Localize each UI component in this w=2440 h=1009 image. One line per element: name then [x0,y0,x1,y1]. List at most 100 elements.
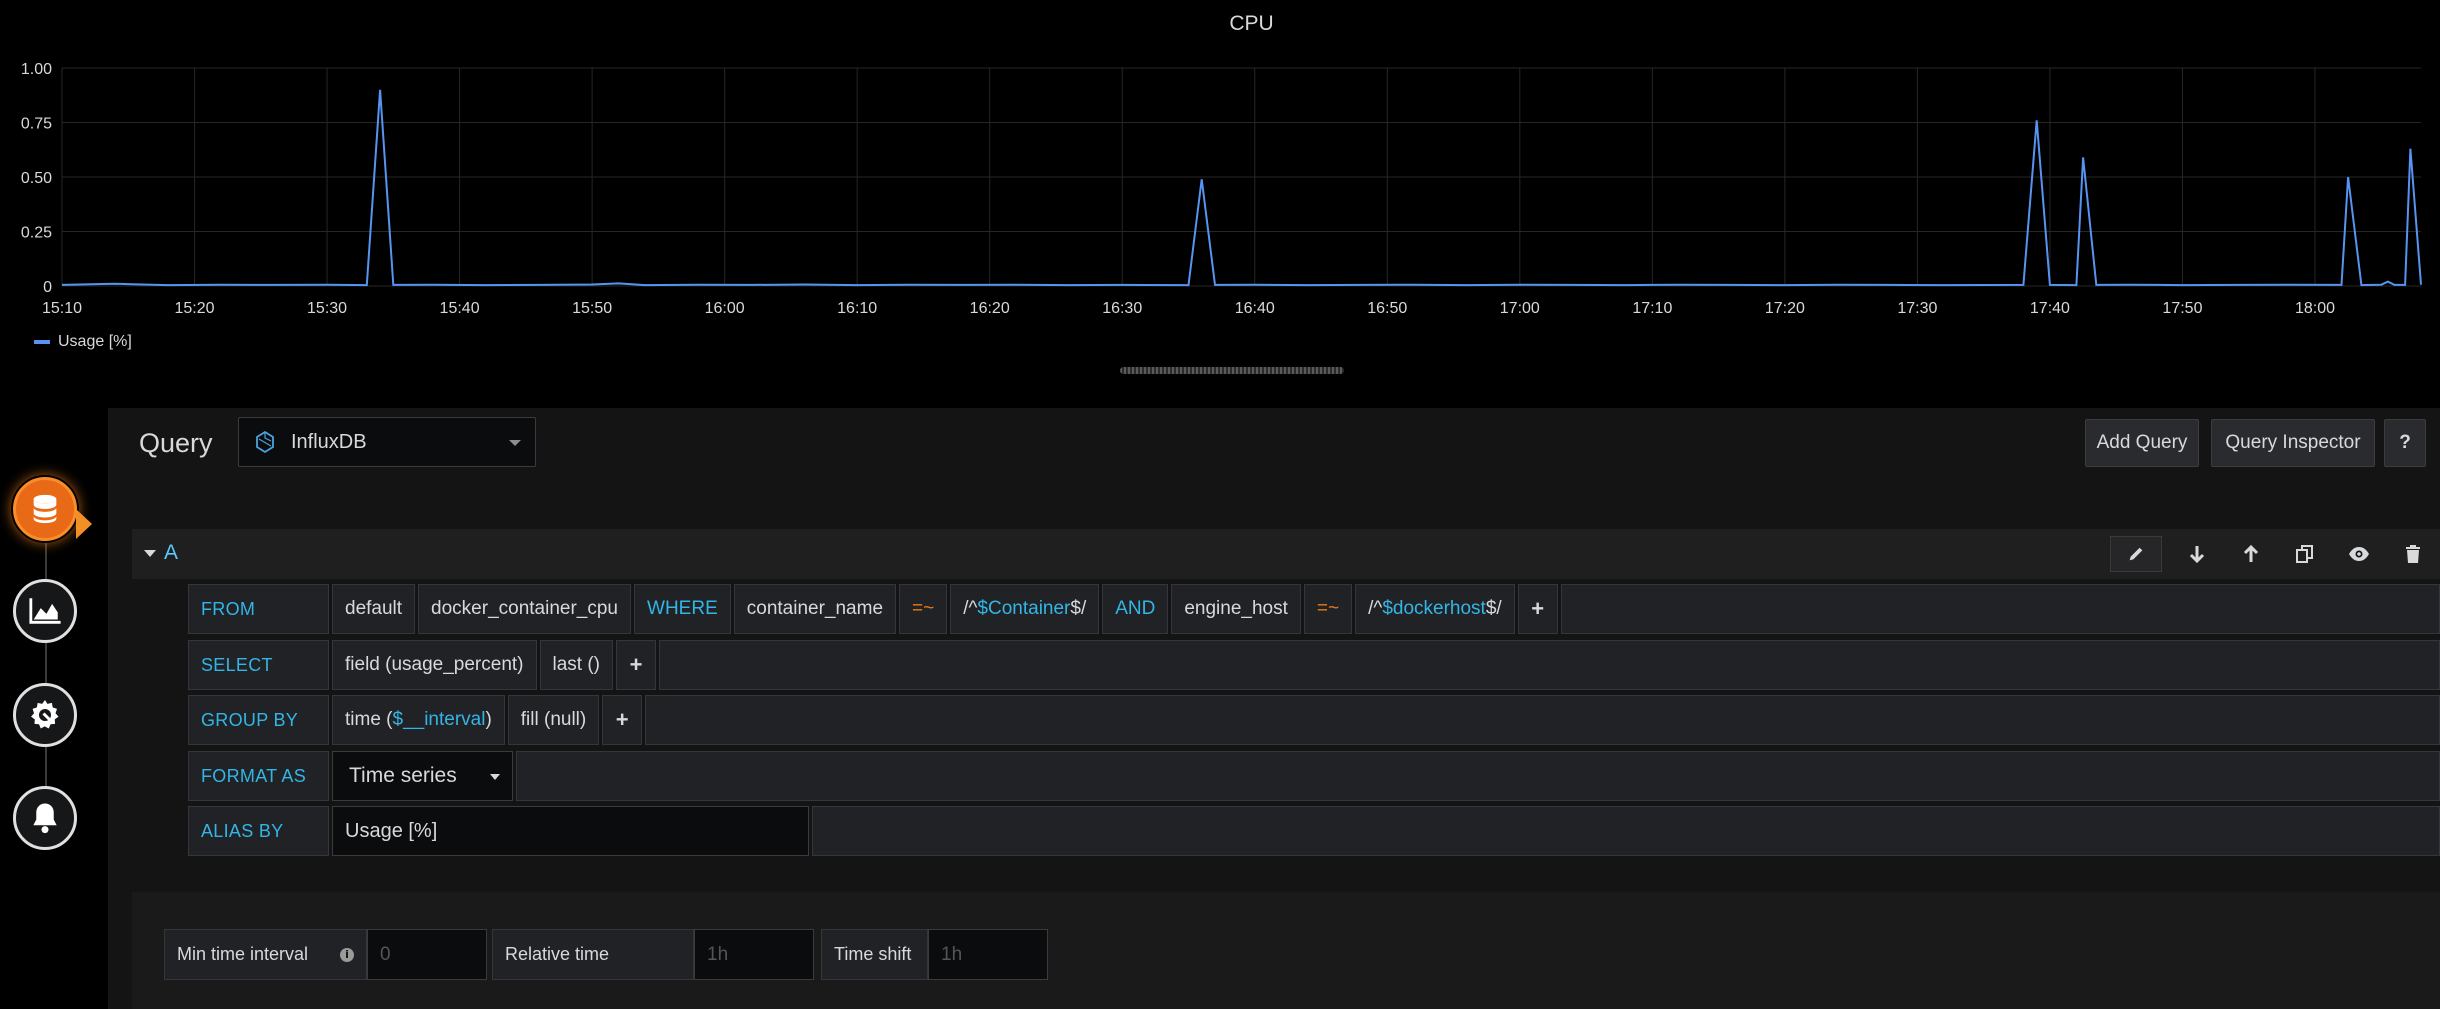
from-row: FROM default docker_container_cpu WHERE … [188,584,2440,634]
x-tick-label: 17:30 [1897,300,1937,317]
min-interval-label: Min time interval i [164,929,367,980]
delete-query-button[interactable] [2386,535,2440,573]
relative-time-input[interactable] [694,929,814,980]
field-segment[interactable]: field (usage_percent) [332,640,537,690]
x-tick-label: 17:10 [1632,300,1672,317]
graph-panel: CPU 1.00 0.75 0.50 0.25 0 15:10 15:20 15:30 15:40… [0,0,2440,390]
legend-item-usage[interactable]: Usage [%] [34,333,132,351]
query-inspector-button[interactable]: Query Inspector [2211,419,2375,467]
cpu-chart: CPU 1.00 0.75 0.50 0.25 0 15:10 15:20 15:30 15:40… [21,12,2422,317]
duplicate-button[interactable] [2278,535,2332,573]
tag-value-suffix: $/ [1485,598,1502,619]
format-select[interactable]: Time series [332,751,513,801]
y-tick-label: 1.00 [21,61,52,78]
container-variable: $Container [977,598,1071,619]
select-keyword: SELECT [188,640,329,690]
eye-icon [2349,547,2369,561]
min-interval-text: Min time interval [177,944,309,964]
arrow-down-icon [2189,546,2205,564]
x-tick-label: 17:50 [2162,300,2202,317]
editor-tab-rail [0,408,108,1009]
alert-tab-button[interactable] [13,786,77,850]
query-editor: Query InfluxDB Add Query Query Inspector… [108,408,2440,1009]
add-where-button[interactable]: + [1517,584,1558,634]
alias-by-keyword: ALIAS BY [188,806,329,856]
relative-time-group: Relative time [492,929,814,980]
format-as-keyword: FORMAT AS [188,751,329,801]
query-A: A FROM default docker_container_cpu WHER… [132,529,2440,900]
toggle-visibility-button[interactable] [2332,535,2386,573]
chevron-down-icon [509,440,521,446]
gear-wrench-icon [31,700,59,729]
and-keyword[interactable]: AND [1102,584,1169,634]
query-collapse-toggle[interactable]: A [144,541,178,565]
operator-segment-1[interactable]: =~ [899,584,948,634]
tag-value-dockerhost[interactable]: /^ $dockerhost $/ [1355,584,1515,634]
caret-down-icon [144,549,156,557]
move-down-button[interactable] [2170,535,2224,573]
x-tick-label: 15:40 [440,300,480,317]
queries-tab-button[interactable] [13,477,77,541]
caret-down-icon [490,774,500,780]
visualization-tab-button[interactable] [13,579,77,643]
x-tick-label: 17:20 [1765,300,1805,317]
query-ref-id: A [164,541,179,564]
move-up-button[interactable] [2224,535,2278,573]
dockerhost-variable: $dockerhost [1382,598,1486,619]
add-query-button[interactable]: Add Query [2085,419,2199,467]
help-button[interactable]: ? [2384,419,2426,467]
trash-icon [2406,545,2420,563]
fill-segment[interactable]: fill (null) [507,695,600,745]
general-tab-button[interactable] [13,683,77,747]
x-tick-label: 17:00 [1500,300,1540,317]
add-select-button[interactable]: + [616,640,656,690]
time-interval-segment[interactable]: time ($__interval) [332,695,505,745]
x-tick-label: 16:30 [1102,300,1142,317]
min-interval-group: Min time interval i [164,929,487,980]
group-by-row: GROUP BY time ($__interval) fill (null) … [188,695,2440,745]
copy-icon [2296,545,2313,563]
x-tick-label: 17:40 [2030,300,2070,317]
edit-raw-button[interactable] [2110,536,2162,572]
select-row: SELECT field (usage_percent) last () + [188,640,2440,690]
tag-value-suffix: $/ [1070,598,1087,619]
tag-key-container-name[interactable]: container_name [733,584,897,634]
info-icon[interactable]: i [340,947,354,962]
x-tick-label: 15:50 [572,300,612,317]
alias-input[interactable] [332,806,809,856]
format-value: Time series [349,764,457,787]
alias-by-row: ALIAS BY [188,806,2440,856]
measurement-segment[interactable]: docker_container_cpu [418,584,632,634]
y-tick-label: 0.25 [21,225,52,242]
active-tab-pointer [76,509,92,539]
where-keyword: WHERE [634,584,731,634]
panel-resize-handle[interactable] [1120,367,1344,374]
min-interval-input[interactable] [367,929,487,980]
y-tick-label: 0.75 [21,116,52,133]
chart-title: CPU [1229,12,1273,35]
database-icon [33,494,57,524]
bell-icon [33,803,57,834]
aggregation-segment[interactable]: last () [539,640,613,690]
row-filler [1560,584,2440,634]
time-shift-input[interactable] [928,929,1048,980]
area-chart-icon [29,598,61,624]
add-group-by-button[interactable]: + [602,695,643,745]
tag-value-prefix: /^ [963,598,978,619]
legend-label: Usage [%] [58,333,132,350]
datasource-picker[interactable]: InfluxDB [238,417,536,467]
query-options: Min time interval i Relative time Time s… [132,892,2440,1009]
x-tick-label: 16:00 [705,300,745,317]
row-filler [645,695,2440,745]
arrow-up-icon [2243,544,2259,562]
tag-key-engine-host[interactable]: engine_host [1171,584,1301,634]
retention-policy-segment[interactable]: default [332,584,416,634]
time-suffix: ) [485,709,492,730]
row-filler [516,751,2440,801]
row-filler [659,640,2440,690]
tag-value-container[interactable]: /^ $Container $/ [950,584,1100,634]
row-filler [812,806,2440,856]
datasource-name: InfluxDB [291,430,367,453]
operator-segment-2[interactable]: =~ [1303,584,1353,634]
y-tick-label: 0.50 [21,170,52,187]
